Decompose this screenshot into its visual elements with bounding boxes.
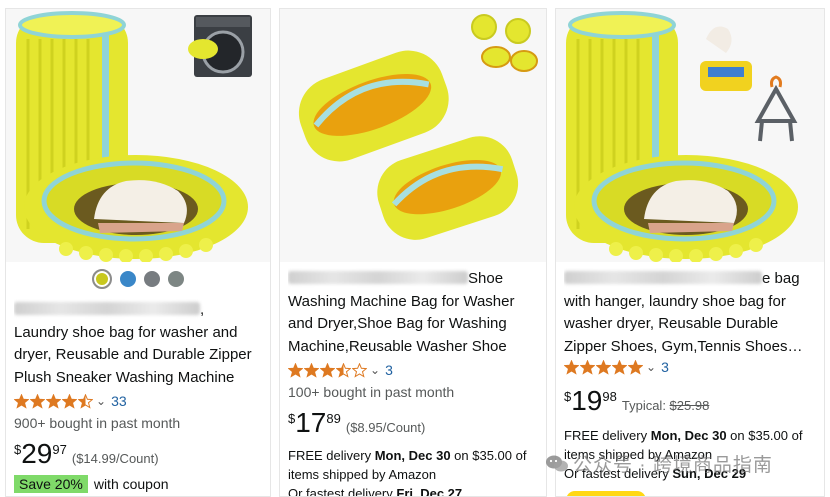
chevron-down-icon[interactable]: ⌄ [646,360,656,374]
rating-row: ⌄ 33 [14,391,262,411]
blurred-brand [564,271,762,284]
star-icon [14,393,29,409]
star-rating[interactable] [288,362,368,378]
delivery-info: FREE delivery Mon, Dec 30 on $35.00 of i… [288,448,527,497]
rating-count[interactable]: 3 [385,362,393,378]
star-icon [336,362,351,378]
watermark: 公众号 · 跨境商品指南 [545,450,773,477]
product-card-3[interactable]: e bag with hanger, laundry shoe bag for … [555,8,825,497]
star-icon [352,362,367,378]
star-icon [320,362,335,378]
swatch-dark-gray[interactable] [168,271,184,287]
unit-price: ($8.95/Count) [345,420,426,435]
bought-count: 100+ bought in past month [288,384,455,400]
typical-price: Typical: $25.98 [621,398,710,413]
product-image-3[interactable] [556,9,824,262]
product-card-1[interactable]: , Laundry shoe bag for washer and dryer,… [5,8,271,497]
star-icon [628,359,643,375]
rating-count[interactable]: 3 [661,359,669,375]
coupon-text: with coupon [93,476,169,492]
product-title-3[interactable]: e bag with hanger, laundry shoe bag for … [564,268,816,358]
star-rating[interactable] [564,359,644,375]
swatch-yellow[interactable] [92,269,112,289]
bought-count: 900+ bought in past month [14,415,181,431]
star-icon [564,359,579,375]
product-image-2[interactable] [280,9,546,262]
product-image-1[interactable] [6,9,270,262]
star-icon [46,393,61,409]
swatch-blue[interactable] [120,271,136,287]
price[interactable]: $ 19 98 Typical: $25.98 [564,386,816,418]
swatch-gray[interactable] [144,271,160,287]
star-icon [304,362,319,378]
blurred-brand [14,302,200,315]
star-icon [580,359,595,375]
star-icon [62,393,77,409]
coupon-row: Save 20% with coupon [14,475,262,493]
chevron-down-icon[interactable]: ⌄ [96,394,106,408]
wechat-icon [546,455,568,471]
star-icon [78,393,93,409]
rating-row: ⌄ 3 [288,360,538,380]
unit-price: ($14.99/Count) [71,451,159,466]
star-icon [612,359,627,375]
product-title-2[interactable]: Shoe Washing Machine Bag for Washer and … [288,268,538,358]
star-rating[interactable] [14,393,94,409]
star-icon [288,362,303,378]
product-title-1[interactable]: , Laundry shoe bag for washer and dryer,… [14,299,262,389]
price[interactable]: $ 29 97 ($14.99/Count) [14,439,262,471]
coupon-badge: Save 20% [14,475,88,493]
chevron-down-icon[interactable]: ⌄ [370,363,380,377]
blurred-brand [288,271,468,284]
price[interactable]: $ 17 89 ($8.95/Count) [288,408,538,440]
add-to-cart-button[interactable] [566,491,646,496]
product-card-2[interactable]: Shoe Washing Machine Bag for Washer and … [279,8,547,497]
star-icon [30,393,45,409]
rating-count[interactable]: 33 [111,393,127,409]
star-icon [596,359,611,375]
color-swatches [6,269,270,289]
rating-row: ⌄ 3 [564,357,816,377]
